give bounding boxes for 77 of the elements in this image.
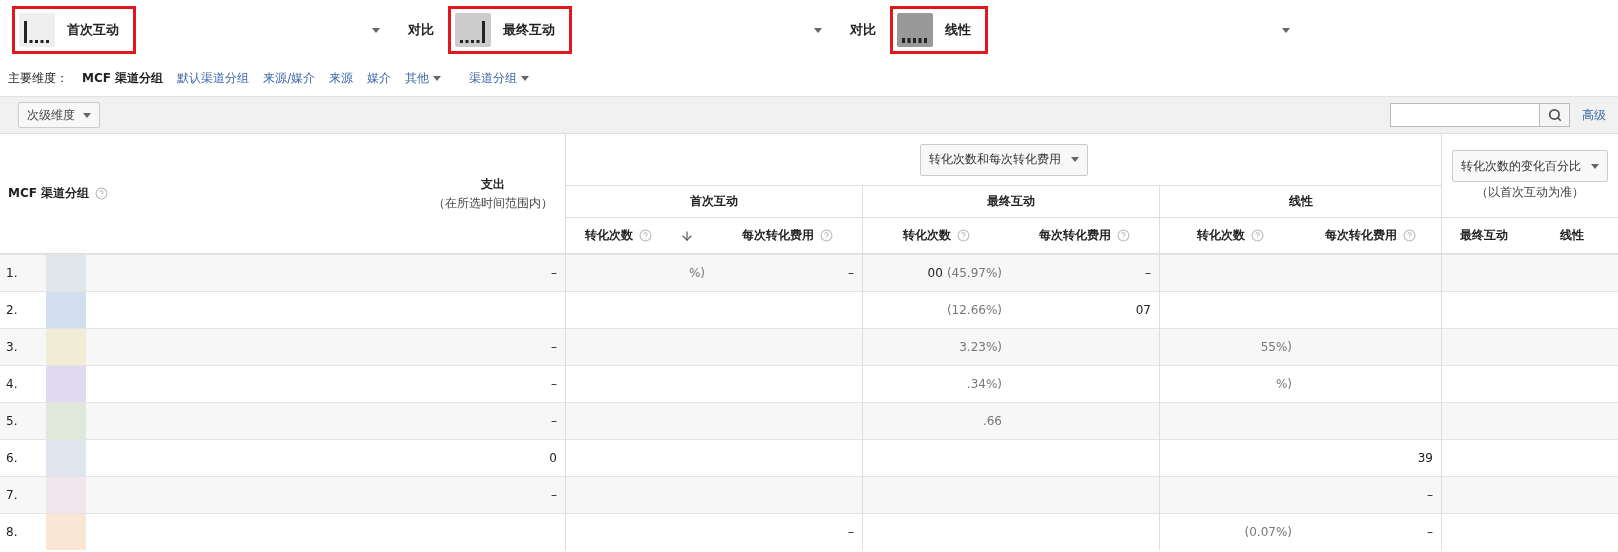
dimension-link[interactable]: 来源 [329, 69, 354, 87]
column-header: MCF 渠道分组 [8, 185, 90, 202]
dimension-label: 主要维度： [8, 69, 68, 87]
search-field[interactable] [1390, 103, 1540, 127]
advanced-link[interactable]: 高级 [1582, 106, 1606, 124]
column-header[interactable]: 每次转化费用 [742, 227, 814, 244]
help-icon[interactable] [1250, 229, 1264, 242]
row-number: 6. [6, 451, 19, 465]
row-number: 7. [6, 488, 19, 502]
column-header: 最终互动 [1459, 227, 1508, 244]
column-header[interactable]: 转化次数 [1196, 227, 1245, 244]
table-cell: .66 [862, 402, 1010, 439]
help-icon[interactable] [1117, 229, 1130, 242]
row-number: 4. [6, 377, 19, 391]
table-cell: – [420, 476, 565, 513]
table-cell: – [420, 402, 565, 439]
column-header[interactable]: 每次转化费用 [1039, 227, 1111, 244]
table-cell: – [1010, 254, 1159, 291]
dimension-link[interactable]: MCF 渠道分组 [82, 69, 164, 87]
model-selector[interactable]: 最终互动 [448, 6, 572, 54]
caret-icon[interactable] [1282, 27, 1290, 33]
caret-icon[interactable] [814, 27, 822, 33]
column-header[interactable]: 转化次数 [585, 227, 633, 244]
attribution-model-icon [19, 13, 55, 47]
help-icon[interactable] [820, 229, 833, 242]
secondary-dimension-button[interactable]: 次级维度 [18, 102, 100, 128]
model-selector[interactable]: 线性 [890, 6, 988, 54]
column-note: （在所选时间范围内） [432, 194, 553, 212]
group-header: 线性 [1288, 193, 1313, 210]
column-header: 支出 [480, 175, 505, 193]
caret-icon[interactable] [372, 27, 380, 33]
caret-icon [433, 75, 442, 81]
search-icon [1547, 108, 1562, 122]
dimension-link[interactable]: 媒介 [367, 69, 392, 87]
table-cell: %) [1159, 365, 1300, 402]
table-cell: – [420, 328, 565, 365]
compare-label: 对比 [408, 21, 434, 39]
dimension-link[interactable]: 来源/媒介 [263, 69, 316, 87]
help-icon[interactable] [957, 229, 970, 242]
group-header: 最终互动 [987, 193, 1035, 210]
metric-select[interactable]: 转化次数和每次转化费用 [919, 143, 1088, 176]
table-cell: 00 (45.97%) [862, 254, 1010, 291]
table-cell: 3.23%) [862, 328, 1010, 365]
row-number: 2. [6, 303, 19, 317]
row-number: 8. [6, 525, 19, 539]
caret-icon [521, 75, 530, 81]
caret-icon [83, 112, 91, 118]
column-header: 线性 [1559, 227, 1584, 244]
row-number: 3. [6, 340, 19, 354]
caret-icon [1070, 157, 1079, 162]
row-number: 1. [6, 266, 19, 280]
attribution-model-icon [455, 13, 491, 47]
column-header[interactable]: 每次转化费用 [1325, 227, 1397, 244]
search-button[interactable] [1540, 103, 1570, 127]
dimension-link[interactable]: 其他 [405, 69, 442, 87]
help-icon[interactable] [1403, 229, 1416, 242]
caret-icon [1591, 163, 1599, 169]
column-header[interactable]: 转化次数 [903, 227, 951, 244]
row-number: 5. [6, 414, 19, 428]
dimension-link[interactable]: 渠道分组 [469, 69, 530, 87]
table-cell: %) [565, 254, 713, 291]
dimension-link[interactable]: 默认渠道分组 [177, 69, 250, 87]
help-icon[interactable] [95, 187, 109, 200]
change-select[interactable]: 转化次数的变化百分比 [1452, 150, 1608, 182]
group-header: 首次互动 [690, 193, 738, 210]
table-cell: – [1300, 476, 1441, 513]
compare-label: 对比 [850, 21, 876, 39]
help-icon[interactable] [639, 229, 652, 242]
table-cell: – [713, 254, 862, 291]
table-cell: .34%) [862, 365, 1010, 402]
table-cell: – [420, 254, 565, 291]
model-selector[interactable]: 首次互动 [12, 6, 136, 54]
attribution-model-icon [897, 13, 933, 47]
table-cell: (0.07%) [1159, 513, 1300, 550]
table-cell: (12.66%) [862, 291, 1010, 328]
column-note: （以首次互动为准） [1476, 184, 1584, 201]
table-cell: 55%) [1159, 328, 1300, 365]
